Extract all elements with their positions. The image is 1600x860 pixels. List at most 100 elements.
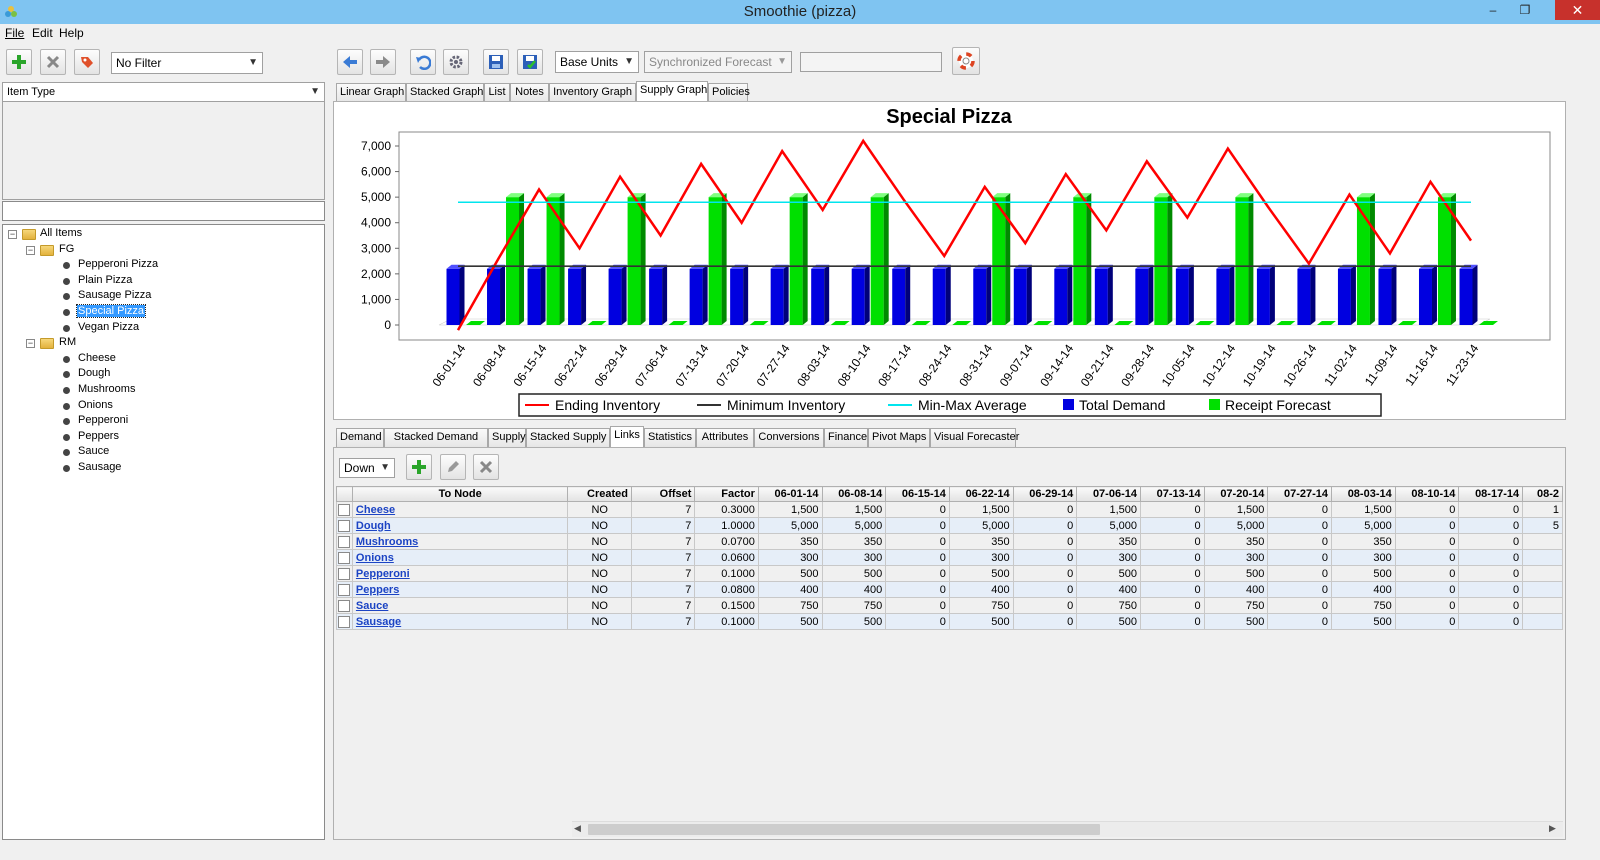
forward-button[interactable] [370,49,396,75]
node-link-peppers[interactable]: Peppers [356,584,399,596]
column-header-created[interactable]: Created [567,486,633,502]
column-header-07-20-14[interactable]: 07-20-14 [1203,486,1269,502]
scrollbar-thumb[interactable] [588,824,1100,835]
tab-links[interactable]: Links [610,426,644,447]
tree-item-vegan-pizza[interactable]: Vegan Pizza [77,321,140,333]
save-button[interactable] [483,49,509,75]
row-checkbox[interactable] [338,583,351,596]
tree-item-sausage-pizza[interactable]: Sausage Pizza [77,289,152,301]
tab-visual-forecaster[interactable]: Visual Forecaster [930,428,1019,447]
delete-item-button[interactable] [40,49,66,75]
scroll-right-arrow[interactable]: ▶ [1549,823,1561,835]
column-header-factor[interactable]: Factor [694,486,759,502]
tree-item-peppers[interactable]: Peppers [77,430,120,442]
table-row[interactable]: Sausage NO 7 0.1000 500 500 0 500 0 500 0 500 0 500 0 0 [336,613,1563,630]
column-header-06-01-14[interactable]: 06-01-14 [757,486,823,502]
horizontal-scrollbar[interactable]: ◀ ▶ [572,821,1563,837]
column-header-07-06-14[interactable]: 07-06-14 [1076,486,1141,502]
row-select-cell[interactable] [336,501,353,518]
delete-link-button[interactable] [473,454,499,480]
help-button[interactable] [952,47,980,75]
table-row[interactable]: Pepperoni NO 7 0.1000 500 500 0 500 0 500 0 500 0 500… [336,565,1563,582]
filter-select[interactable]: No Filter ▼ [111,52,263,74]
tab-supply[interactable]: Supply [488,428,526,447]
undo-button[interactable] [410,49,436,75]
node-link-pepperoni[interactable]: Pepperoni [356,568,410,580]
node-link-onions[interactable]: Onions [356,552,394,564]
tree-item-sauce[interactable]: Sauce [77,445,110,457]
node-link-sausage[interactable]: Sausage [356,616,401,628]
menu-edit[interactable]: Edit [32,24,53,42]
row-checkbox[interactable] [338,503,351,516]
tab-attributes[interactable]: Attributes [696,428,754,447]
tab-notes[interactable]: Notes [510,83,549,102]
table-row[interactable]: Onions NO 7 0.0600 300 300 0 300 0 300 0 300 0 300 0 0 [336,549,1563,566]
tab-stacked-graph[interactable]: Stacked Graph [406,83,484,102]
node-link-dough[interactable]: Dough [356,520,391,532]
row-select-cell[interactable] [336,613,353,630]
tab-inventory-graph[interactable]: Inventory Graph [549,83,636,102]
units-select[interactable]: Base Units ▼ [555,51,639,73]
row-checkbox[interactable] [338,615,351,628]
table-row[interactable]: Dough NO 7 1.0000 5,000 5,000 0 5,000 0 5,000 0 5,0… [336,517,1563,534]
column-header-06-15-14[interactable]: 06-15-14 [885,486,950,502]
table-row[interactable]: Sauce NO 7 0.1500 750 750 0 750 0 750 0 750 0 750 0 0 [336,597,1563,614]
item-type-list[interactable] [2,102,325,200]
collapse-toggle[interactable]: − [8,230,17,239]
tag-button[interactable] [74,49,100,75]
row-select-cell[interactable] [336,533,353,550]
tree-item-mushrooms[interactable]: Mushrooms [77,383,136,395]
table-row[interactable]: Mushrooms NO 7 0.0700 350 350 0 350 0 350 0 350 0 350… [336,533,1563,550]
item-type-select[interactable]: Item Type ▼ [2,82,325,102]
collapse-toggle[interactable]: − [26,245,35,255]
tab-supply-graph[interactable]: Supply Graph [636,81,708,102]
row-checkbox[interactable] [338,551,351,564]
minimize-button[interactable]: – [1478,0,1508,20]
collapse-toggle[interactable]: − [26,339,35,349]
menu-file[interactable]: File [5,24,24,42]
tab-linear-graph[interactable]: Linear Graph [336,83,406,102]
tab-list[interactable]: List [484,83,510,102]
edit-link-button[interactable] [440,454,466,480]
row-select-cell[interactable] [336,549,353,566]
column-header-07-27-14[interactable]: 07-27-14 [1267,486,1333,502]
save-check-button[interactable] [517,49,543,75]
column-header-to-node[interactable]: To Node [351,486,569,502]
node-link-sauce[interactable]: Sauce [356,600,388,612]
tree-group-rm[interactable]: RM [59,336,76,348]
scroll-left-arrow[interactable]: ◀ [574,823,586,835]
column-header-08-03-14[interactable]: 08-03-14 [1331,486,1396,502]
tab-stacked-supply[interactable]: Stacked Supply [526,428,610,447]
column-header-08-2[interactable]: 08-2 [1522,486,1563,502]
close-button[interactable]: ✕ [1555,0,1600,20]
tab-policies[interactable]: Policies [708,83,750,102]
tree-item-dough[interactable]: Dough [77,367,111,379]
row-select-cell[interactable] [336,565,353,582]
column-header-06-22-14[interactable]: 06-22-14 [948,486,1014,502]
row-select-cell[interactable] [336,517,353,534]
tree-item-onions[interactable]: Onions [77,399,114,411]
add-item-button[interactable] [6,49,32,75]
tab-demand[interactable]: Demand [336,428,384,447]
forecast-select[interactable]: Synchronized Forecast ▼ [644,51,792,73]
table-row[interactable]: Cheese NO 7 0.3000 1,500 1,500 0 1,500 0 1,500 0 1,… [336,501,1563,518]
add-link-button[interactable] [406,454,432,480]
tab-finance[interactable]: Finance [824,428,868,447]
row-checkbox[interactable] [338,599,351,612]
column-header-06-08-14[interactable]: 06-08-14 [821,486,887,502]
tab-conversions[interactable]: Conversions [754,428,824,447]
tree-item-all-items[interactable]: All Items [40,227,82,239]
column-header-06-29-14[interactable]: 06-29-14 [1012,486,1078,502]
forecast-text-input[interactable] [800,52,942,72]
column-header-07-13-14[interactable]: 07-13-14 [1139,486,1205,502]
row-checkbox[interactable] [338,535,351,548]
tree-group-fg[interactable]: FG [59,243,74,255]
tab-statistics[interactable]: Statistics [644,428,696,447]
column-header-08-17-14[interactable]: 08-17-14 [1458,486,1524,502]
node-link-mushrooms[interactable]: Mushrooms [356,536,418,548]
tree-item-special-pizza[interactable]: Special Pizza [75,304,147,318]
back-button[interactable] [337,49,363,75]
tree-item-pepperoni[interactable]: Pepperoni [77,414,129,426]
restore-button[interactable]: ❐ [1510,0,1540,20]
row-checkbox[interactable] [338,519,351,532]
